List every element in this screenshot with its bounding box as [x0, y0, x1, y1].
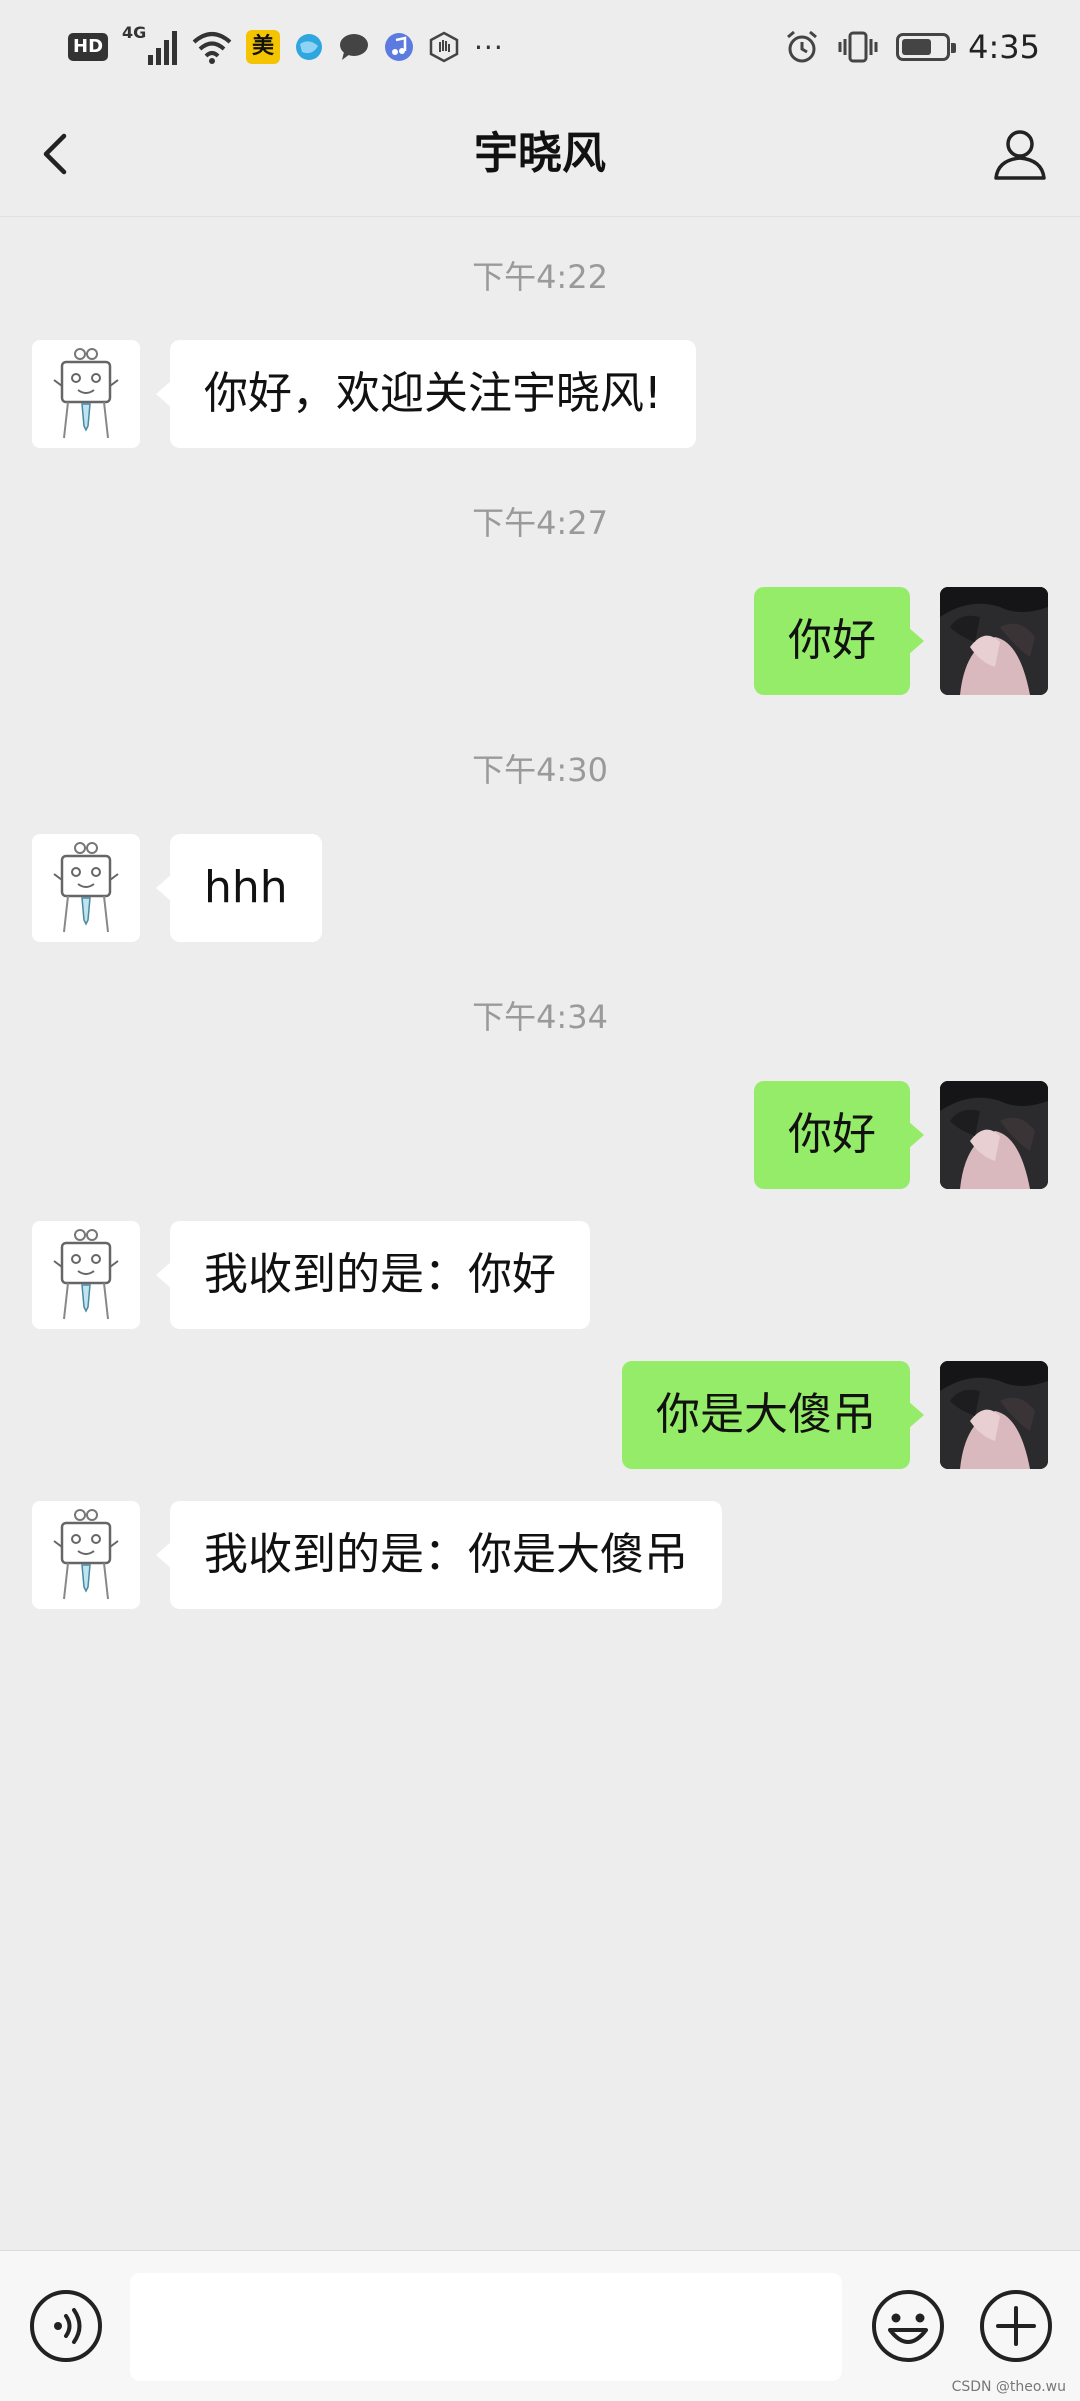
chat-title: 宇晓风: [474, 128, 606, 179]
contact-avatar[interactable]: [32, 834, 140, 942]
robot-avatar-icon: [53, 348, 119, 439]
contact-avatar[interactable]: [32, 1221, 140, 1329]
hand-app-icon: [429, 31, 459, 63]
signal-icon: 4G: [122, 23, 178, 67]
message-timestamp: 下午4:22: [472, 258, 608, 296]
battery-level: [902, 39, 932, 55]
emoji-icon: [872, 2290, 944, 2362]
contact-avatar[interactable]: [32, 1501, 140, 1609]
outgoing-message[interactable]: 你好: [754, 587, 924, 695]
incoming-message[interactable]: 我收到的是：你是大傻吊: [156, 1501, 722, 1609]
plus-icon: [980, 2290, 1052, 2362]
voice-icon: [30, 2290, 102, 2362]
contact-avatar[interactable]: [32, 340, 140, 448]
incoming-message[interactable]: 你好，欢迎关注宇晓风!: [156, 340, 696, 448]
voice-button[interactable]: [28, 2288, 104, 2364]
message-text-input[interactable]: [130, 2273, 842, 2381]
wifi-icon: [192, 32, 232, 64]
outgoing-message[interactable]: 你是大傻吊: [622, 1361, 924, 1469]
person-icon: [994, 130, 1046, 180]
browser-app-icon: [296, 34, 323, 60]
robot-avatar-icon: [53, 1229, 119, 1320]
incoming-message[interactable]: hhh: [156, 834, 322, 942]
chat-header: 宇晓风: [0, 92, 1080, 217]
robot-avatar-icon: [53, 1509, 119, 1600]
user-avatar[interactable]: [940, 1081, 1048, 1189]
outgoing-message[interactable]: 你好: [754, 1081, 924, 1189]
robot-avatar-icon: [53, 842, 119, 933]
music-app-icon: [385, 33, 414, 61]
user-avatar[interactable]: [940, 587, 1048, 695]
hd-badge: HD: [68, 33, 109, 61]
network-type: 4G: [122, 23, 147, 42]
battery-icon: [896, 33, 957, 61]
message-input-bar: CSDN @theo.wu: [0, 2250, 1080, 2401]
add-more-button[interactable]: [978, 2288, 1054, 2364]
status-right: 4:35: [784, 22, 1040, 72]
message-timestamp: 下午4:34: [472, 998, 608, 1036]
status-bar: HD 4G 美 ··· 4:35: [0, 0, 1080, 92]
more-notifications: ···: [474, 30, 504, 64]
user-avatar-image: [940, 587, 1048, 695]
message-timestamp: 下午4:30: [472, 751, 608, 789]
emoji-button[interactable]: [870, 2288, 946, 2364]
csdn-watermark: CSDN @theo.wu: [951, 2379, 1066, 2395]
status-time: 4:35: [968, 28, 1040, 66]
user-avatar-image: [940, 1081, 1048, 1189]
incoming-message[interactable]: 我收到的是：你好: [156, 1221, 590, 1329]
vibrate-icon: [838, 31, 878, 63]
user-avatar[interactable]: [940, 1361, 1048, 1469]
contact-profile-button[interactable]: [988, 122, 1052, 186]
status-left: HD 4G 美 ···: [68, 22, 504, 72]
message-timestamp: 下午4:27: [472, 504, 608, 542]
meituan-app-icon: 美: [246, 30, 281, 64]
message-app-icon: [340, 34, 369, 60]
alarm-icon: [787, 30, 818, 63]
user-avatar-image: [940, 1361, 1048, 1469]
